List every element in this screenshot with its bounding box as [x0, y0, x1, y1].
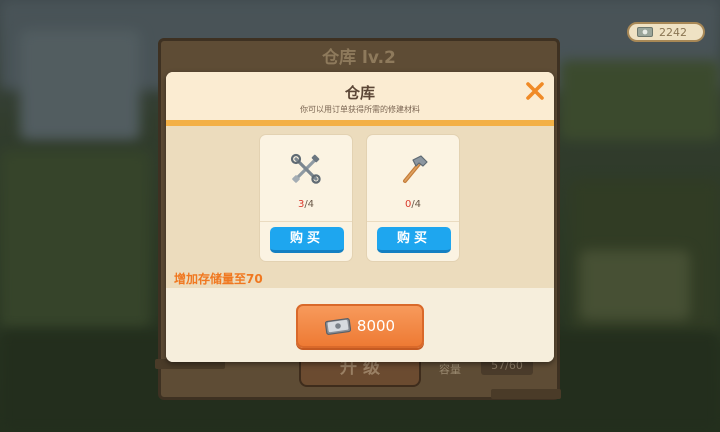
warehouse-dialog: 仓库 你可以用订单获得所需的修建材料 3/4 购买 0/4 购买 增加存储量至7… [166, 72, 554, 362]
buy-hammer-button[interactable]: 购买 [377, 227, 451, 253]
dialog-title: 仓库 [344, 84, 375, 102]
dialog-body [166, 126, 554, 288]
item-count: 3/4 [260, 199, 352, 210]
upgrade-price: 8000 [356, 317, 396, 335]
currency-display: 2242 [627, 22, 705, 42]
close-icon [526, 82, 544, 100]
capacity-label: 容量 [439, 363, 461, 376]
item-need: /4 [411, 199, 422, 210]
tools-icon [290, 153, 321, 184]
item-card-tools: 3/4 购买 [259, 134, 353, 262]
dialog-subtitle: 你可以用订单获得所需的修建材料 [300, 105, 420, 114]
close-button[interactable] [522, 78, 548, 104]
purchase-upgrade-button[interactable]: 8000 [296, 304, 424, 348]
item-count: 0/4 [367, 199, 459, 210]
card-divider [260, 221, 352, 222]
buy-tools-button[interactable]: 购买 [270, 227, 344, 253]
hammer-icon [403, 155, 428, 183]
cash-icon [637, 27, 653, 37]
item-need: /4 [304, 199, 315, 210]
card-divider [367, 221, 459, 222]
plank-decoration [491, 389, 561, 399]
storage-upgrade-text: 增加存储量至70 [174, 272, 263, 286]
dialog-header: 仓库 你可以用订单获得所需的修建材料 [166, 72, 554, 122]
item-card-hammer: 0/4 购买 [366, 134, 460, 262]
currency-amount: 2242 [659, 25, 687, 39]
warehouse-level-title: 仓库 lv.2 [322, 48, 396, 68]
cash-icon [324, 318, 351, 335]
